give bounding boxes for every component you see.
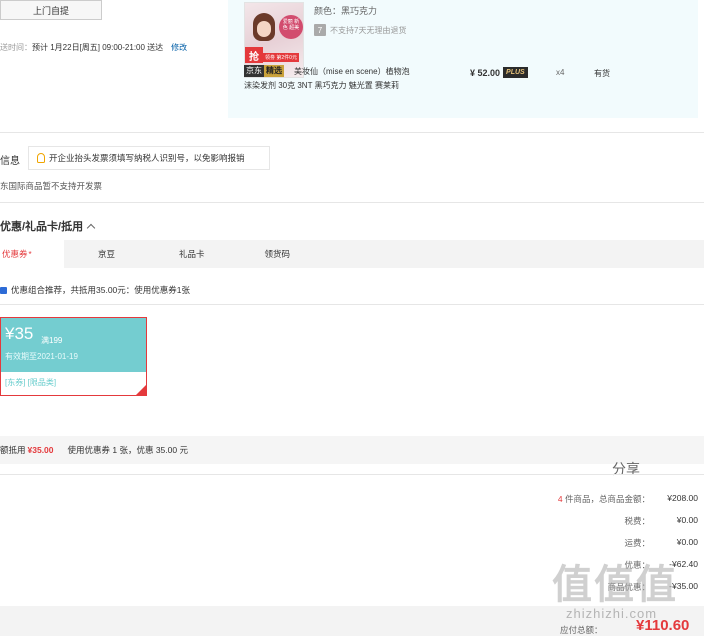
discount-tabs: 优惠券 * 京豆 礼品卡 领货码 bbox=[0, 240, 704, 268]
stock-status: 有货 bbox=[594, 69, 610, 78]
tab-jd-beans[interactable]: 京豆 bbox=[98, 240, 115, 268]
tab-coupon[interactable]: 优惠券 * bbox=[0, 240, 64, 268]
invoice-tip: 开企业抬头发票须填写纳税人识别号，以免影响报销 bbox=[28, 146, 270, 170]
discount-section-title[interactable]: 优惠/礼品卡/抵用 bbox=[0, 218, 96, 234]
product-name-line2[interactable]: 沫染发剂 30克 3NT 黑巧克力 魅光置 赛莱莉 bbox=[244, 80, 399, 92]
combo-checkbox[interactable] bbox=[0, 286, 7, 294]
discount-title-text: 优惠/礼品卡/抵用 bbox=[0, 221, 84, 233]
watermark-logo: 值值值 bbox=[552, 563, 678, 607]
tab-coupon-label: 优惠券 bbox=[2, 249, 28, 259]
product-color: 颜色：黑巧克力 bbox=[314, 6, 378, 16]
coupon-tags: [东券] [限品类] bbox=[5, 378, 57, 387]
payable-label: 应付总额： bbox=[560, 625, 603, 635]
shipping-row: 运费： ¥0.00 bbox=[520, 537, 698, 549]
delivery-time-label: 送时间： bbox=[0, 43, 32, 52]
product-price: ¥ 52.00 PLUS bbox=[470, 67, 528, 78]
return-policy-text: 不支持7天无理由退货 bbox=[330, 25, 407, 35]
product-quantity: x4 bbox=[556, 68, 565, 77]
delivery-time-row: 送时间：预计 1月22日[周五] 09:00-21:00 送达 修改 bbox=[0, 42, 187, 53]
tax-label: 税费： bbox=[624, 516, 650, 526]
invoice-label: 信息 bbox=[0, 156, 20, 167]
return-policy: 7 不支持7天无理由退货 bbox=[314, 24, 406, 36]
coupon-validity: 有效期至2021-01-19 bbox=[5, 352, 78, 361]
tab-pickup-code[interactable]: 领货码 bbox=[265, 240, 291, 268]
goods-amount: ¥208.00 bbox=[667, 493, 698, 503]
summary-text: 使用优惠券 1 张，优惠 35.00 元 bbox=[67, 445, 188, 455]
share-link[interactable]: 分享 bbox=[612, 459, 640, 479]
combo-recommend-row[interactable]: 优惠组合推荐，共抵用35.00元：使用优惠券1张 bbox=[0, 284, 190, 296]
divider bbox=[0, 304, 704, 305]
model-face bbox=[257, 21, 271, 37]
lightbulb-icon bbox=[37, 153, 45, 163]
summary-label: 额抵用 bbox=[0, 445, 26, 455]
divider bbox=[0, 202, 704, 203]
thumb-badge: 爱丽 新色 超美 bbox=[279, 15, 303, 39]
price-value: ¥ 52.00 bbox=[470, 67, 501, 78]
discount-summary-bar: 额抵用 ¥35.00 使用优惠券 1 张，优惠 35.00 元 bbox=[0, 436, 704, 464]
coupon-card[interactable]: ¥35 满199 有效期至2021-01-19 [东券] [限品类] bbox=[0, 317, 147, 396]
product-name[interactable]: 美妆仙（mise en scene）植物泡 bbox=[294, 66, 460, 78]
watermark-url: zhizhizhi.com bbox=[566, 606, 658, 621]
coupon-amount: ¥35 bbox=[5, 324, 34, 343]
grab-badge: 抢 bbox=[245, 47, 263, 63]
jd-tag: 京东 bbox=[244, 65, 264, 77]
tab-gift-card[interactable]: 礼品卡 bbox=[179, 240, 205, 268]
invoice-tip-text: 开企业抬头发票须填写纳税人识别号，以免影响报销 bbox=[49, 153, 245, 163]
chevron-up-icon[interactable] bbox=[86, 223, 96, 232]
coupon-header: ¥35 满199 有效期至2021-01-19 bbox=[1, 318, 146, 372]
plus-badge: PLUS bbox=[503, 67, 528, 78]
delivery-time-value: 预计 1月22日[周五] 09:00-21:00 送达 bbox=[32, 43, 164, 52]
pickup-button[interactable]: 上门自提 bbox=[0, 0, 102, 20]
goods-label-text: 件商品，总商品金额： bbox=[562, 494, 650, 504]
total-goods-row: 4 件商品，总商品金额： ¥208.00 bbox=[520, 493, 698, 505]
tax-amount: ¥0.00 bbox=[676, 515, 698, 525]
no-return-icon: 7 bbox=[314, 24, 326, 36]
shipping-amount: ¥0.00 bbox=[676, 537, 698, 547]
selected-tag: 精选 bbox=[264, 65, 284, 77]
modify-delivery-link[interactable]: 修改 bbox=[171, 43, 187, 52]
tab-coupon-mark: * bbox=[28, 249, 32, 259]
coupon-selected-corner bbox=[136, 385, 146, 395]
divider bbox=[0, 132, 704, 133]
shipping-label: 运费： bbox=[624, 538, 650, 548]
tax-row: 税费： ¥0.00 bbox=[520, 515, 698, 527]
product-tags: 京东 精选 bbox=[244, 65, 284, 77]
summary-amount: ¥35.00 bbox=[27, 445, 54, 455]
goods-label: 4 件商品，总商品金额： bbox=[520, 493, 650, 505]
thumb-caption: 领劵 第2件0元 bbox=[263, 53, 299, 62]
divider bbox=[0, 474, 704, 475]
invoice-note: 东国际商品暂不支持开发票 bbox=[0, 181, 103, 191]
coupon-threshold: 满199 bbox=[41, 336, 63, 345]
combo-text: 优惠组合推荐，共抵用35.00元：使用优惠券1张 bbox=[11, 285, 190, 295]
